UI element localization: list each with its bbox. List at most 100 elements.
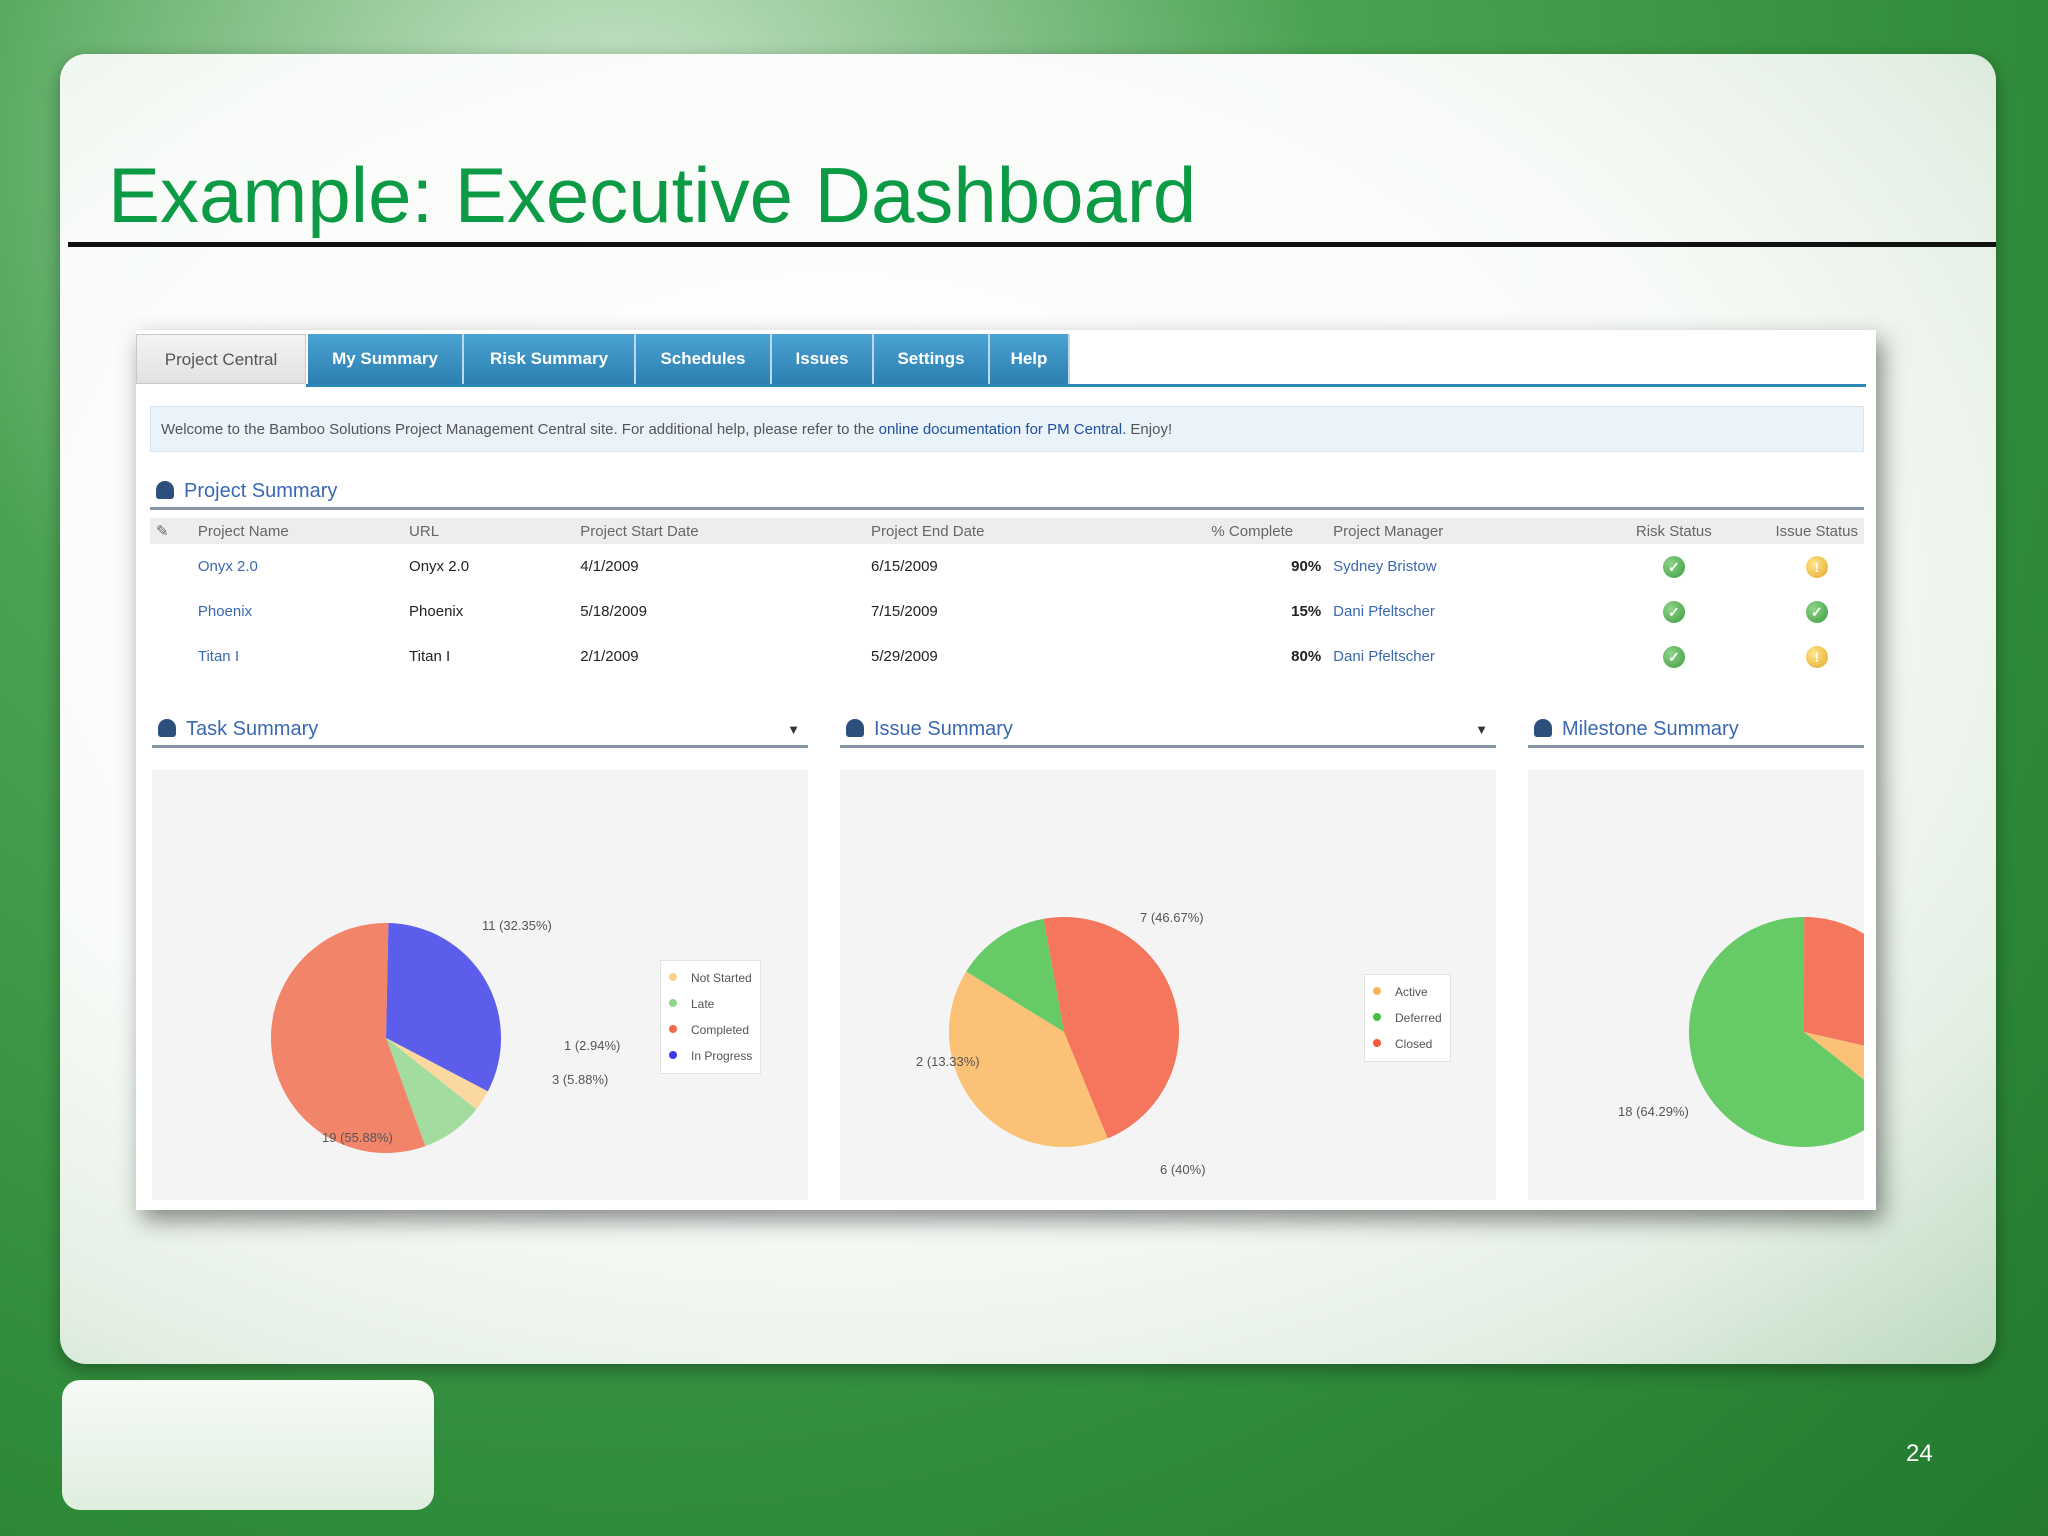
- percent-complete: 80%: [1291, 648, 1322, 665]
- column-project-manager[interactable]: Project Manager: [1327, 518, 1579, 544]
- task-summary-panel: 19 (55.88%) 11 (32.35%) 1 (2.94%) 3 (5.8…: [152, 770, 808, 1200]
- project-url[interactable]: Titan I: [403, 634, 574, 679]
- tab-schedules[interactable]: Schedules: [636, 334, 772, 384]
- milestone-summary-title[interactable]: Milestone Summary: [1562, 718, 1739, 740]
- dropdown-caret-icon[interactable]: ▼: [1475, 722, 1488, 737]
- pie-highlight: [271, 923, 501, 1153]
- web-part-icon: [158, 719, 176, 737]
- start-date: 5/18/2009: [580, 603, 647, 620]
- legend-item: Closed: [1373, 1031, 1442, 1057]
- legend-item: In Progress: [669, 1043, 752, 1069]
- web-part-icon: [1534, 719, 1552, 737]
- task-pie: [270, 923, 501, 1153]
- project-manager-link[interactable]: Dani Pfeltscher: [1327, 589, 1578, 634]
- issue-status-green-icon: ✓: [1805, 600, 1828, 623]
- project-name-link[interactable]: Onyx 2.0: [192, 544, 403, 589]
- welcome-message: Welcome to the Bamboo Solutions Project …: [150, 406, 1864, 452]
- legend-swatch: [669, 973, 677, 981]
- slice-label-completed: 19 (55.88%): [322, 1130, 393, 1145]
- end-date: 6/15/2009: [871, 558, 938, 575]
- project-summary-table: ✎ Project Name URL Project Start Date Pr…: [150, 518, 1864, 679]
- column-issue-status[interactable]: Issue Status: [1769, 518, 1864, 544]
- legend-item: Not Started: [669, 965, 752, 991]
- tab-help[interactable]: Help: [990, 334, 1070, 384]
- issue-legend: Active Deferred Closed: [1364, 974, 1451, 1062]
- slice-label-late: 3 (5.88%): [552, 1072, 609, 1087]
- tab-risk-summary[interactable]: Risk Summary: [464, 334, 636, 384]
- risk-status-green-icon: ✓: [1662, 555, 1685, 578]
- title-divider: [68, 242, 1996, 247]
- column-start-date[interactable]: Project Start Date: [574, 518, 866, 544]
- legend-label: Completed: [691, 1023, 750, 1037]
- dashboard-screenshot: Project Central My Summary Risk Summary …: [136, 330, 1876, 1210]
- risk-status-green-icon: ✓: [1662, 600, 1685, 623]
- column-project-name[interactable]: Project Name: [191, 518, 404, 544]
- welcome-text-end: . Enjoy!: [1122, 421, 1173, 438]
- table-row: Titan I Titan I 2/1/2009 5/29/2009 80% D…: [150, 634, 1864, 679]
- pie-highlight: [1689, 917, 1864, 1147]
- welcome-text: Welcome to the Bamboo Solutions Project …: [161, 421, 879, 438]
- dropdown-caret-icon[interactable]: ▼: [787, 722, 800, 737]
- table-row: Phoenix Phoenix 5/18/2009 7/15/2009 15% …: [150, 589, 1864, 634]
- tab-my-summary[interactable]: My Summary: [308, 334, 464, 384]
- issue-summary-title[interactable]: Issue Summary: [874, 718, 1013, 740]
- project-summary-header: Project Summary: [150, 480, 1864, 510]
- legend-item: Completed: [669, 1017, 752, 1043]
- slice-label-not-started: 1 (2.94%): [564, 1038, 621, 1053]
- legend-swatch: [669, 999, 677, 1007]
- percent-complete: 15%: [1291, 603, 1322, 620]
- legend-swatch: [669, 1025, 677, 1033]
- edit-column-icon[interactable]: ✎: [150, 518, 192, 544]
- slice-label-complete: 18 (64.29%): [1618, 1104, 1689, 1119]
- slide-title: Example: Executive Dashboard: [108, 151, 1197, 239]
- legend-item: Active: [1373, 979, 1442, 1005]
- project-summary-title[interactable]: Project Summary: [184, 480, 337, 502]
- legend-swatch: [1373, 987, 1381, 995]
- project-name-link[interactable]: Phoenix: [192, 589, 403, 634]
- slice-label-deferred: 2 (13.33%): [916, 1054, 980, 1069]
- task-summary-header: Task Summary ▼: [152, 718, 808, 748]
- project-manager-link[interactable]: Dani Pfeltscher: [1327, 634, 1578, 679]
- column-end-date[interactable]: Project End Date: [865, 518, 1206, 544]
- issue-summary-header: Issue Summary ▼: [840, 718, 1496, 748]
- legend-swatch: [1373, 1039, 1381, 1047]
- legend-swatch: [1373, 1013, 1381, 1021]
- tab-project-central[interactable]: Project Central: [136, 334, 306, 384]
- legend-label: In Progress: [691, 1049, 753, 1063]
- table-row: Onyx 2.0 Onyx 2.0 4/1/2009 6/15/2009 90%…: [150, 544, 1864, 589]
- end-date: 7/15/2009: [871, 603, 938, 620]
- task-legend: Not Started Late Completed In Progress: [660, 960, 762, 1074]
- start-date: 4/1/2009: [580, 558, 639, 575]
- issue-pie: [949, 917, 1179, 1147]
- percent-complete: 90%: [1291, 558, 1322, 575]
- tab-bar: Project Central My Summary Risk Summary …: [136, 334, 1876, 387]
- start-date: 2/1/2009: [580, 648, 639, 665]
- tab-bar-underline: [306, 384, 1866, 387]
- project-url[interactable]: Phoenix: [403, 589, 574, 634]
- legend-label: Deferred: [1395, 1011, 1442, 1025]
- milestone-summary-panel: 18 (64.29%): [1528, 770, 1864, 1200]
- tab-issues[interactable]: Issues: [772, 334, 874, 384]
- tab-settings[interactable]: Settings: [874, 334, 990, 384]
- column-url[interactable]: URL: [403, 518, 575, 544]
- slice-label-closed: 7 (46.67%): [1140, 910, 1204, 925]
- project-url[interactable]: Onyx 2.0: [403, 544, 574, 589]
- legend-label: Closed: [1395, 1037, 1433, 1051]
- column-risk-status[interactable]: Risk Status: [1578, 518, 1770, 544]
- issue-summary-panel: 7 (46.67%) 2 (13.33%) 6 (40%) Active Def…: [840, 770, 1496, 1200]
- column-percent-complete[interactable]: % Complete: [1205, 518, 1328, 544]
- task-summary-title[interactable]: Task Summary: [186, 718, 318, 740]
- project-manager-link[interactable]: Sydney Bristow: [1327, 544, 1578, 589]
- legend-item: Deferred: [1373, 1005, 1442, 1031]
- end-date: 5/29/2009: [871, 648, 938, 665]
- legend-label: Not Started: [691, 971, 752, 985]
- milestone-summary-header: Milestone Summary: [1528, 718, 1864, 748]
- online-documentation-link[interactable]: online documentation for PM Central: [879, 421, 1122, 438]
- slice-label-active: 6 (40%): [1160, 1162, 1206, 1177]
- slice-label-in-progress: 11 (32.35%): [482, 918, 552, 933]
- issue-status-yellow-icon: !: [1805, 645, 1828, 668]
- legend-swatch: [669, 1051, 677, 1059]
- issue-status-yellow-icon: !: [1805, 555, 1828, 578]
- footer-card: [62, 1380, 434, 1510]
- project-name-link[interactable]: Titan I: [192, 634, 403, 679]
